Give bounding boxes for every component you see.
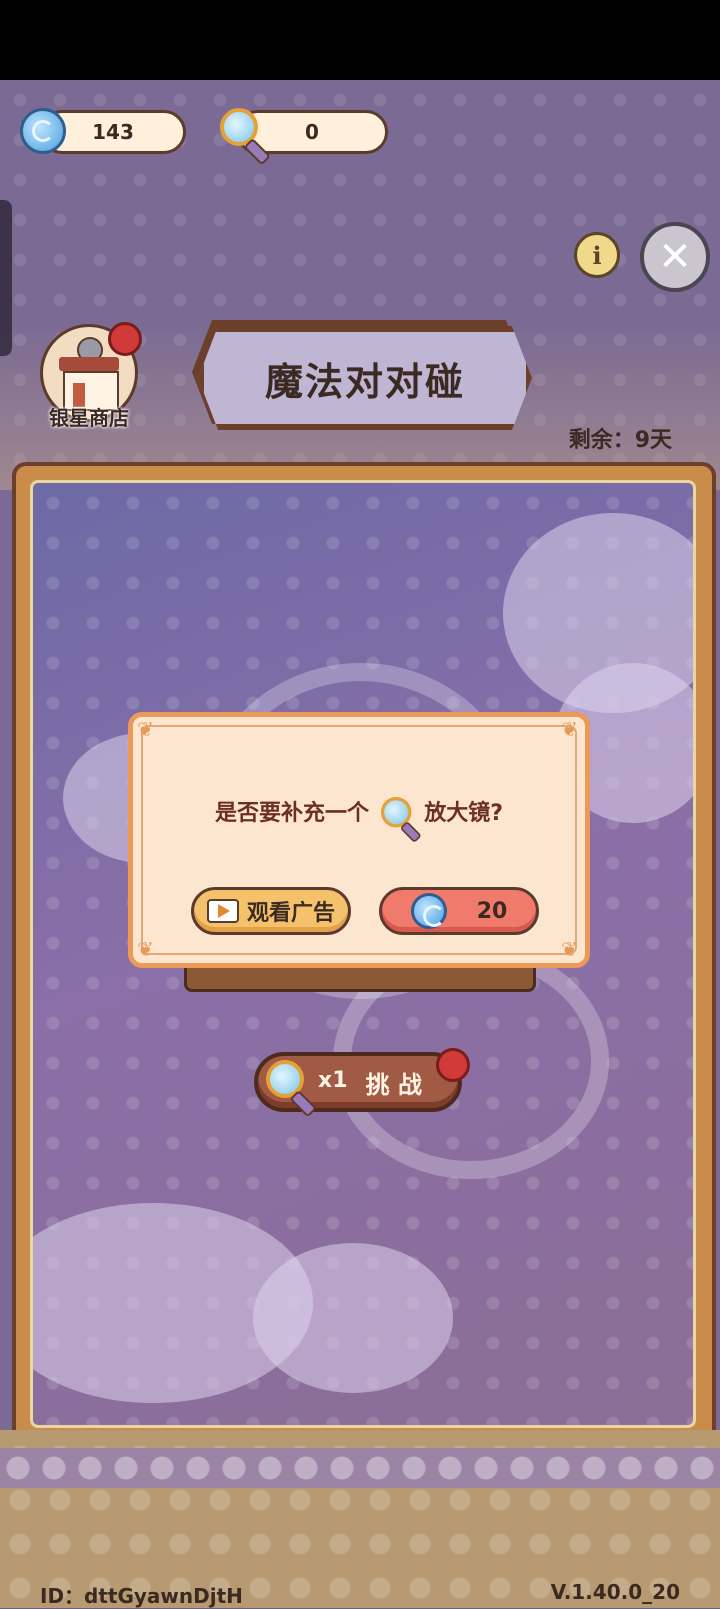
player-id: ID：dttGyawnDjtH: [40, 1584, 243, 1608]
magnifier-icon: [377, 797, 422, 843]
play-video-icon: [206, 899, 239, 923]
shop-roof: [59, 357, 119, 371]
challenge-cost: x1: [318, 1068, 348, 1093]
corner-ornament-icon: ❦: [561, 937, 578, 961]
gem-count: 143: [92, 120, 134, 144]
title-banner: 魔法对对碰: [198, 326, 532, 430]
watch-ad-label: 观看广告: [246, 901, 335, 926]
side-handle[interactable]: [0, 200, 12, 356]
silhouette-shape: [253, 1243, 453, 1393]
version-label: V.1.40.0_20: [550, 1580, 680, 1604]
corner-ornament-icon: ❦: [137, 717, 154, 741]
buy-with-gems-button[interactable]: 20: [379, 887, 539, 935]
refill-dialog: ❦ ❦ ❦ ❦ 是否要补充一个 放大镜? 观看广告 20: [128, 712, 590, 968]
challenge-notification-badge: [436, 1048, 470, 1082]
corner-ornament-icon: ❦: [137, 937, 154, 961]
gem-icon: [20, 108, 66, 154]
close-icon: ✕: [658, 234, 692, 280]
remaining-days: 剩余：9天: [568, 428, 672, 453]
page-title: 魔法对对碰: [264, 359, 465, 404]
dialog-message-end: 放大镜?: [424, 801, 504, 826]
dialog-message-start: 是否要补充一个: [214, 801, 369, 826]
shop-label: 银星商店: [49, 406, 129, 430]
watch-ad-button[interactable]: 观看广告: [191, 887, 351, 935]
gem-cost: 20: [476, 898, 508, 924]
gem-icon: [410, 893, 447, 929]
info-button[interactable]: i: [574, 232, 620, 278]
status-bar: [0, 0, 720, 80]
challenge-label: 挑 战: [365, 1070, 422, 1099]
corner-ornament-icon: ❦: [561, 717, 578, 741]
info-icon: i: [592, 240, 602, 270]
dialog-message: 是否要补充一个 放大镜?: [133, 795, 585, 843]
close-button[interactable]: ✕: [640, 222, 710, 292]
shop-notification-badge: [108, 322, 142, 356]
magnifier-count: 0: [305, 120, 319, 144]
bottom-dots-border: [0, 1448, 720, 1488]
